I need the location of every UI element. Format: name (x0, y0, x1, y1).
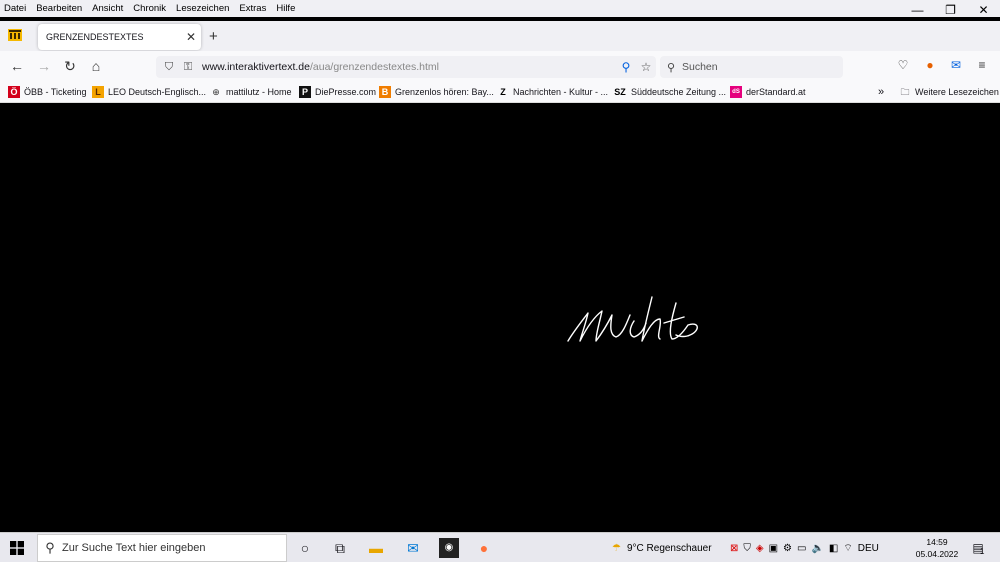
language-indicator[interactable]: DEU (858, 543, 879, 554)
folder-icon: 🗀 (900, 87, 910, 97)
photo-viewer-icon[interactable]: ◉ (439, 538, 459, 558)
derstandard-icon: dS (730, 86, 742, 98)
minimize-button[interactable]: — (901, 0, 934, 21)
weather-icon: ☂ (612, 542, 621, 554)
notification-count: 1 (980, 547, 985, 556)
menu-datei[interactable]: Datei (0, 3, 31, 14)
globe-icon: ⊕ (212, 87, 220, 97)
search-icon: ⚲ (666, 61, 676, 74)
menu-chronik[interactable]: Chronik (128, 3, 171, 14)
navigation-bar: ← → ↻ ⌂ ⛉ ⚿ www.interaktivertext.de/aua/… (0, 51, 1000, 83)
bookmark-label: ÖBB - Ticketing (24, 87, 87, 97)
restore-button[interactable]: ❐ (934, 0, 967, 21)
weather-text: 9°C Regenschauer (626, 542, 712, 554)
bookmark-mattilutz[interactable]: ⊕ mattilutz - Home (210, 86, 292, 98)
close-window-button[interactable]: ✕ (967, 0, 1000, 21)
new-tab-icon[interactable]: + (209, 28, 218, 45)
obb-icon: Ö (8, 86, 20, 98)
url-bar[interactable]: ⛉ ⚿ www.interaktivertext.de/aua/grenzend… (156, 56, 656, 78)
back-icon[interactable]: ← (8, 58, 26, 74)
windows-start-icon[interactable] (10, 541, 24, 555)
url-domain: www.interaktivertext.de (202, 61, 310, 73)
url-text[interactable]: www.interaktivertext.de/aua/grenzendeste… (202, 61, 616, 73)
taskbar-search-input[interactable]: ⚲ Zur Suche Text hier eingeben (37, 534, 287, 562)
bookmarks-overflow-icon[interactable]: » (878, 86, 884, 98)
bookmark-zeit[interactable]: Z Nachrichten - Kultur - ... (497, 86, 608, 98)
other-bookmarks-folder[interactable]: 🗀 Weitere Lesezeichen (899, 86, 999, 98)
window-controls: — ❐ ✕ (901, 0, 1000, 21)
tab-title: GRENZENDESTEXTES (46, 32, 144, 42)
zeit-icon: Z (500, 87, 506, 97)
notification-center-icon[interactable]: ▤ (968, 538, 988, 558)
usb-icon[interactable]: ⚙ (783, 543, 792, 554)
diepresse-icon: P (299, 86, 311, 98)
network-icon[interactable]: ◧ (829, 543, 838, 554)
lock-icon[interactable]: ⚿ (182, 61, 194, 74)
battery-icon[interactable]: ▭ (797, 543, 806, 554)
bookmark-obb[interactable]: Ö ÖBB - Ticketing (8, 86, 87, 98)
firefox-icon[interactable]: ● (474, 538, 494, 558)
tab-strip: GRENZENDESTEXTES ✕ + (0, 21, 1000, 51)
bookmark-derstandard[interactable]: dS derStandard.at (730, 86, 806, 98)
clock-time: 14:59 (926, 537, 948, 547)
bookmark-label: Süddeutsche Zeitung ... (631, 87, 727, 97)
forward-icon[interactable]: → (35, 58, 53, 74)
clock-date: 05.04.2022 (915, 549, 959, 559)
search-placeholder: Suchen (682, 61, 718, 73)
reload-icon[interactable]: ↻ (61, 58, 79, 75)
system-tray: ⊠ ⛉ ◈ ▣ ⚙ ▭ 🔈 ◧ ⌔ DEU (730, 533, 879, 562)
sz-icon: SZ (614, 87, 626, 97)
tray-app-icon[interactable]: ⊠ (730, 543, 738, 554)
home-icon[interactable]: ⌂ (87, 58, 105, 74)
menu-bar: Datei Bearbeiten Ansicht Chronik Lesezei… (0, 0, 1000, 17)
menu-bearbeiten[interactable]: Bearbeiten (31, 3, 87, 14)
menu-extras[interactable]: Extras (234, 3, 271, 14)
bookmark-label: Weitere Lesezeichen (915, 87, 999, 97)
wifi-icon[interactable]: ⌔ (843, 542, 852, 555)
bookmark-label: Grenzenlos hören: Bay... (395, 87, 494, 97)
shield-icon[interactable]: ⛉ (156, 61, 182, 74)
bookmark-label: derStandard.at (746, 87, 806, 97)
bookmarks-toolbar: Ö ÖBB - Ticketing L LEO Deutsch-Englisch… (0, 83, 1000, 103)
search-icon: ⚲ (45, 540, 55, 555)
bookmark-label: DiePresse.com (315, 87, 377, 97)
bookmark-leo[interactable]: L LEO Deutsch-Englisch... (92, 86, 206, 98)
extension-icon[interactable]: ✉ (948, 58, 964, 72)
mail-icon[interactable]: ✉ (403, 538, 423, 558)
weather-widget[interactable]: ☂ 9°C Regenschauer (612, 533, 712, 562)
system-clock[interactable]: 14:59 05.04.2022 (914, 536, 960, 560)
task-view-icon[interactable]: ⧉ (330, 538, 350, 558)
pocket-icon[interactable]: ♡ (895, 58, 911, 72)
hamburger-menu-icon[interactable]: ≡ (974, 58, 990, 72)
windows-taskbar: ⚲ Zur Suche Text hier eingeben ○ ⧉ ▬ ✉ ◉… (0, 532, 1000, 562)
menu-ansicht[interactable]: Ansicht (87, 3, 128, 14)
handwritten-word-nichts (567, 296, 698, 342)
account-icon[interactable]: ● (922, 58, 938, 72)
acrobat-icon[interactable]: ◈ (756, 543, 764, 554)
bookmark-label: Nachrichten - Kultur - ... (513, 87, 609, 97)
bookmark-label: LEO Deutsch-Englisch... (108, 87, 207, 97)
file-explorer-icon[interactable]: ▬ (366, 538, 386, 558)
bookmark-label: mattilutz - Home (226, 87, 292, 97)
tab-close-icon[interactable]: ✕ (181, 30, 201, 44)
site-favicon-icon (8, 29, 22, 41)
leo-icon: L (92, 86, 104, 98)
display-icon[interactable]: ▣ (769, 543, 778, 554)
search-bar[interactable]: ⚲ Suchen (660, 56, 843, 78)
search-icon[interactable]: ⚲ (616, 60, 636, 74)
br-icon: B (379, 86, 391, 98)
cortana-icon[interactable]: ○ (295, 538, 315, 558)
menu-lesezeichen[interactable]: Lesezeichen (171, 3, 234, 14)
menu-hilfe[interactable]: Hilfe (271, 3, 300, 14)
taskbar-search-placeholder: Zur Suche Text hier eingeben (62, 542, 206, 554)
shield-tray-icon[interactable]: ⛉ (743, 543, 751, 554)
bookmark-star-icon[interactable]: ☆ (636, 60, 656, 74)
bookmark-diepresse[interactable]: P DiePresse.com (299, 86, 376, 98)
volume-icon[interactable]: 🔈 (811, 543, 823, 554)
url-path: /aua/grenzendestextes.html (309, 61, 439, 73)
bookmark-sz[interactable]: SZ Süddeutsche Zeitung ... (613, 86, 726, 98)
bookmark-br[interactable]: B Grenzenlos hören: Bay... (379, 86, 494, 98)
tab-grenzendestextes[interactable]: GRENZENDESTEXTES ✕ (38, 24, 201, 50)
page-content (0, 103, 1000, 532)
